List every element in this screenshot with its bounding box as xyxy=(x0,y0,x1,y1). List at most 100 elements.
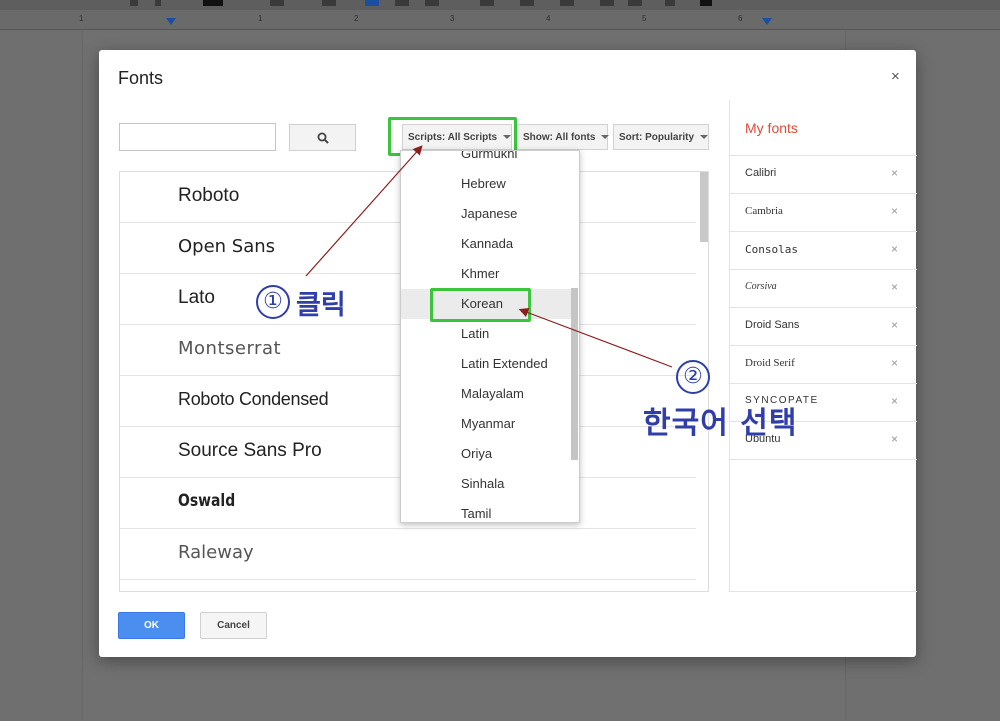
align-right-icon[interactable] xyxy=(425,0,439,6)
decrease-indent-icon[interactable] xyxy=(600,0,614,6)
menu-item-gurmukhi[interactable]: Gurmukhi xyxy=(401,151,571,169)
chevron-down-icon xyxy=(700,135,709,139)
font-name: Raleway xyxy=(178,542,254,563)
increase-indent-icon[interactable] xyxy=(628,0,642,6)
my-font-name: Droid Sans xyxy=(745,319,800,331)
remove-font-icon[interactable]: × xyxy=(891,166,898,180)
numbered-list-icon[interactable] xyxy=(520,0,534,6)
menu-item-label: Oriya xyxy=(461,446,493,461)
menu-item-kannada[interactable]: Kannada xyxy=(401,229,571,259)
menu-item-label: Hebrew xyxy=(461,176,506,191)
indent-marker-icon[interactable] xyxy=(166,18,176,25)
font-name: Roboto xyxy=(178,185,240,206)
ruler-number: 5 xyxy=(642,14,647,23)
search-icon xyxy=(317,132,329,144)
scripts-dropdown-menu: Gurmukhi Hebrew Japanese Kannada Khmer K… xyxy=(400,150,580,523)
italic-icon[interactable] xyxy=(155,0,161,6)
my-fonts-title: My fonts xyxy=(745,120,798,136)
close-icon[interactable]: × xyxy=(891,68,900,85)
dialog-title: Fonts xyxy=(118,68,164,88)
step1-label: 클릭 xyxy=(296,290,346,321)
ruler-number: 6 xyxy=(738,14,743,23)
menu-item-label: Myanmar xyxy=(461,416,516,431)
menu-item-tamil[interactable]: Tamil xyxy=(401,499,571,522)
my-font-name: Consolas xyxy=(745,243,798,256)
fonts-dialog: Fonts × Scripts: All Scripts Show: All f… xyxy=(99,50,917,657)
menu-item-label: Tamil xyxy=(461,506,492,521)
font-search-input[interactable] xyxy=(119,123,276,151)
font-name: Montserrat xyxy=(178,338,282,359)
font-name: Oswald xyxy=(178,491,236,511)
dropdown-scrollbar[interactable] xyxy=(571,288,578,460)
search-button[interactable] xyxy=(289,124,356,151)
sort-filter-label: Sort: Popularity xyxy=(619,131,695,143)
menu-item-latin-extended[interactable]: Latin Extended xyxy=(401,349,571,379)
font-row-raleway[interactable]: Raleway xyxy=(120,529,696,580)
link-icon[interactable] xyxy=(270,0,284,6)
font-name: Roboto Condensed xyxy=(178,389,329,409)
ruler-number: 2 xyxy=(354,14,359,23)
align-center-icon[interactable] xyxy=(395,0,409,6)
my-font-name: Corsiva xyxy=(745,281,777,292)
more-icon[interactable] xyxy=(700,0,712,6)
ok-button[interactable]: OK xyxy=(118,612,185,639)
line-spacing-icon[interactable] xyxy=(480,0,494,6)
menu-item-label: Kannada xyxy=(461,236,514,251)
show-filter-label: Show: All fonts xyxy=(523,131,596,143)
bulleted-list-icon[interactable] xyxy=(560,0,574,6)
menu-item-latin[interactable]: Latin xyxy=(401,319,571,349)
font-list-scrollbar[interactable] xyxy=(700,172,708,242)
remove-font-icon[interactable]: × xyxy=(891,318,898,332)
menu-item-myanmar[interactable]: Myanmar xyxy=(401,409,571,439)
menu-item-label: Khmer xyxy=(461,266,500,281)
cancel-button[interactable]: Cancel xyxy=(200,612,267,639)
editor-toolbar xyxy=(0,0,1000,10)
menu-item-oriya[interactable]: Oriya xyxy=(401,439,571,469)
menu-item-label: Latin Extended xyxy=(461,356,548,371)
menu-item-khmer[interactable]: Khmer xyxy=(401,259,571,289)
ruler-number: 3 xyxy=(450,14,455,23)
ruler-number: 1 xyxy=(79,14,84,23)
my-font-droid-sans[interactable]: Droid Sans × xyxy=(730,308,917,346)
menu-item-hebrew[interactable]: Hebrew xyxy=(401,169,571,199)
remove-font-icon[interactable]: × xyxy=(891,242,898,256)
my-font-name: Cambria xyxy=(745,205,783,217)
remove-font-icon[interactable]: × xyxy=(891,432,898,446)
align-left-icon[interactable] xyxy=(365,0,379,6)
menu-item-label: Malayalam xyxy=(461,386,524,401)
menu-item-label: Sinhala xyxy=(461,476,505,491)
menu-item-japanese[interactable]: Japanese xyxy=(401,199,571,229)
font-name: Lato xyxy=(178,287,215,308)
sort-filter-button[interactable]: Sort: Popularity xyxy=(613,124,709,150)
menu-item-label: Japanese xyxy=(461,206,518,221)
my-font-corsiva[interactable]: Corsiva × xyxy=(730,270,917,308)
font-name: Open Sans xyxy=(178,236,276,257)
remove-font-icon[interactable]: × xyxy=(891,280,898,294)
show-filter-button[interactable]: Show: All fonts xyxy=(517,124,610,150)
ruler-number: 4 xyxy=(546,14,551,23)
text-color-icon[interactable] xyxy=(203,0,223,6)
ruler: 1 1 2 3 4 5 6 xyxy=(0,10,1000,30)
my-font-calibri[interactable]: Calibri × xyxy=(730,156,917,194)
my-font-name: Calibri xyxy=(745,167,777,179)
remove-font-icon[interactable]: × xyxy=(891,394,898,408)
image-icon[interactable] xyxy=(322,0,336,6)
divider xyxy=(730,591,917,592)
chevron-down-icon xyxy=(601,135,610,139)
korean-highlight-box xyxy=(430,288,531,322)
step2-label: 한국어 선택 xyxy=(643,406,798,441)
menu-item-sinhala[interactable]: Sinhala xyxy=(401,469,571,499)
right-indent-marker-icon[interactable] xyxy=(762,18,772,25)
clear-format-icon[interactable] xyxy=(665,0,675,6)
menu-item-label: Latin xyxy=(461,326,490,341)
my-font-consolas[interactable]: Consolas × xyxy=(730,232,917,270)
remove-font-icon[interactable]: × xyxy=(891,204,898,218)
step2-number: ② xyxy=(676,360,710,394)
remove-font-icon[interactable]: × xyxy=(891,356,898,370)
menu-item-malayalam[interactable]: Malayalam xyxy=(401,379,571,409)
my-font-cambria[interactable]: Cambria × xyxy=(730,194,917,232)
step1-number: ① xyxy=(256,285,290,319)
my-font-droid-serif[interactable]: Droid Serif × xyxy=(730,346,917,384)
ruler-number: 1 xyxy=(258,14,263,23)
bold-icon[interactable] xyxy=(130,0,138,6)
